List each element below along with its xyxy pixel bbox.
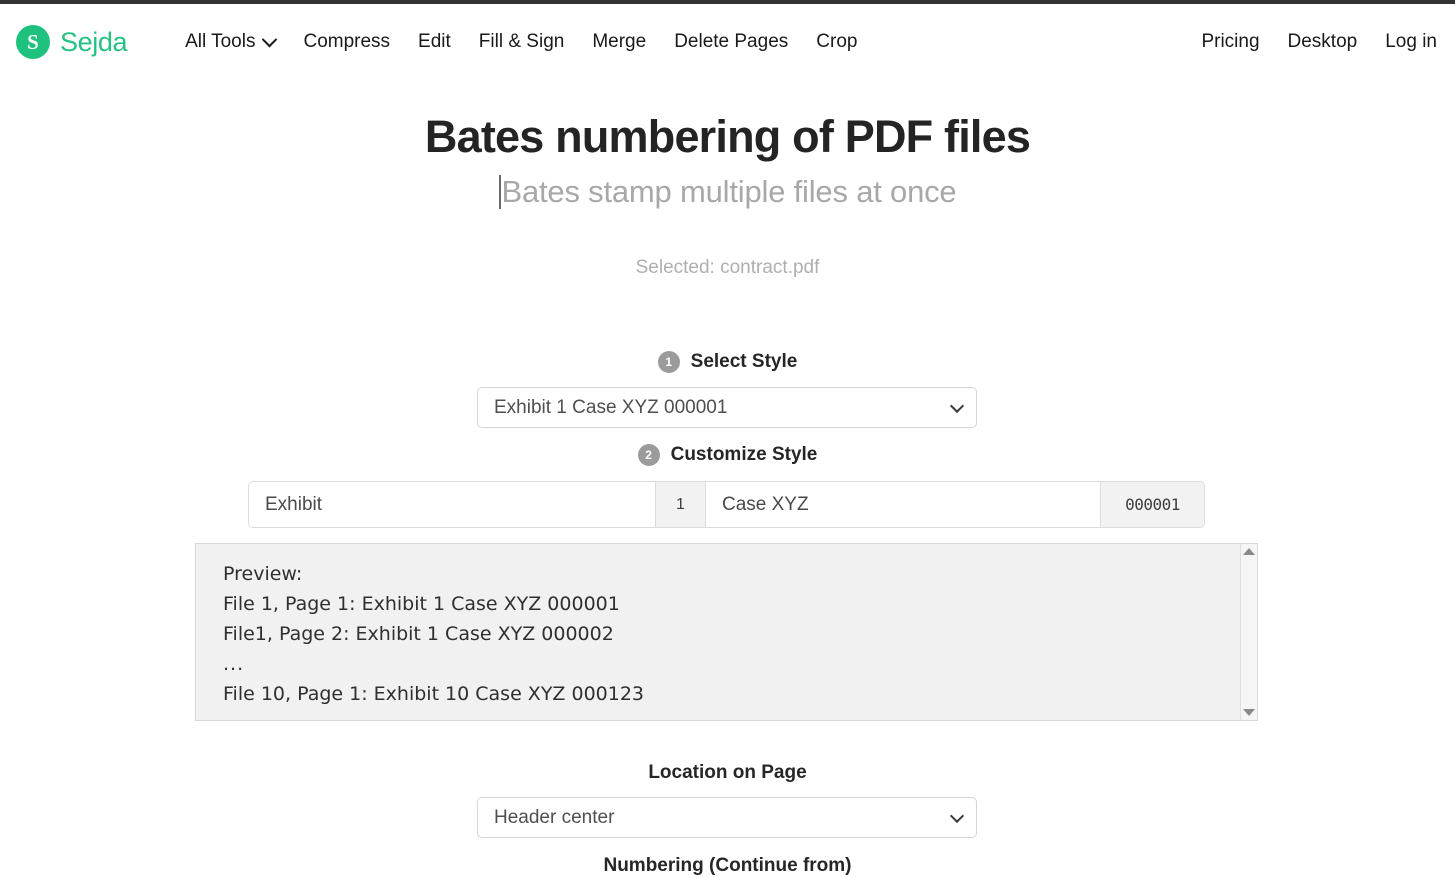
- text-caret: [499, 175, 501, 209]
- select-style-dropdown-wrap: Exhibit 1 Case XYZ 000001: [477, 387, 977, 428]
- site-header-nav: S Sejda All Tools Compress Edit Fill & S…: [0, 4, 1455, 80]
- page-subtitle: Bates stamp multiple files at once: [502, 174, 957, 210]
- nav-link-delete-pages[interactable]: Delete Pages: [660, 25, 802, 59]
- number-token-cell[interactable]: 000001: [1100, 482, 1204, 527]
- step-1-title: Select Style: [691, 351, 798, 373]
- preview-scrollbar[interactable]: [1240, 544, 1257, 720]
- numbering-continue-from-label: Numbering (Continue from): [0, 855, 1455, 877]
- nav-link-crop[interactable]: Crop: [802, 25, 871, 59]
- nav-link-pricing[interactable]: Pricing: [1187, 25, 1273, 59]
- preview-line: File1, Page 2: Exhibit 1 Case XYZ 000002: [223, 619, 1240, 649]
- selected-file-label: Selected: contract.pdf: [0, 257, 1455, 279]
- nav-link-all-tools[interactable]: All Tools: [185, 25, 289, 59]
- preview-line: File 1, Page 1: Exhibit 1 Case XYZ 00000…: [223, 589, 1240, 619]
- preview-heading: Preview:: [223, 559, 1240, 589]
- step-2-header: 2 Customize Style: [0, 444, 1455, 466]
- preview-line: File 10, Page 1: Exhibit 10 Case XYZ 000…: [223, 679, 1240, 709]
- prefix-input[interactable]: [249, 482, 655, 527]
- step-1-header: 1 Select Style: [0, 351, 1455, 373]
- preview-line: ...: [223, 649, 1240, 679]
- nav-link-fill-and-sign[interactable]: Fill & Sign: [465, 25, 579, 59]
- secondary-nav-links: Pricing Desktop Log in: [1187, 25, 1437, 59]
- scroll-down-arrow-icon[interactable]: [1243, 709, 1255, 716]
- nav-link-edit[interactable]: Edit: [404, 25, 465, 59]
- sejda-logo-icon: S: [16, 25, 50, 59]
- preview-text-area: Preview: File 1, Page 1: Exhibit 1 Case …: [196, 544, 1240, 720]
- scroll-up-arrow-icon[interactable]: [1243, 548, 1255, 555]
- location-dropdown-wrap: Header center: [477, 797, 977, 838]
- select-style-dropdown[interactable]: Exhibit 1 Case XYZ 000001: [477, 387, 977, 428]
- nav-link-compress[interactable]: Compress: [289, 25, 404, 59]
- page-subtitle-editable[interactable]: Bates stamp multiple files at once: [0, 174, 1455, 210]
- nav-link-desktop[interactable]: Desktop: [1274, 25, 1372, 59]
- nav-link-merge[interactable]: Merge: [578, 25, 660, 59]
- page-title: Bates numbering of PDF files: [0, 112, 1455, 162]
- nav-link-all-tools-label: All Tools: [185, 31, 255, 53]
- nav-link-log-in[interactable]: Log in: [1371, 25, 1437, 59]
- step-2-badge: 2: [638, 444, 660, 466]
- step-1-badge: 1: [658, 351, 680, 373]
- chevron-down-icon: [262, 31, 278, 47]
- preview-box: Preview: File 1, Page 1: Exhibit 1 Case …: [195, 543, 1258, 721]
- middle-text-input[interactable]: [706, 482, 1100, 527]
- hero-section: Bates numbering of PDF files Bates stamp…: [0, 112, 1455, 210]
- step-2-title: Customize Style: [671, 444, 818, 466]
- sejda-logo-text: Sejda: [60, 27, 127, 58]
- customize-style-row: 1 000001: [248, 481, 1205, 528]
- counter-token-cell[interactable]: 1: [655, 482, 706, 527]
- location-on-page-label: Location on Page: [0, 762, 1455, 784]
- location-dropdown[interactable]: Header center: [477, 797, 977, 838]
- primary-nav-links: All Tools Compress Edit Fill & Sign Merg…: [185, 25, 871, 59]
- sejda-logo[interactable]: S Sejda: [16, 25, 127, 59]
